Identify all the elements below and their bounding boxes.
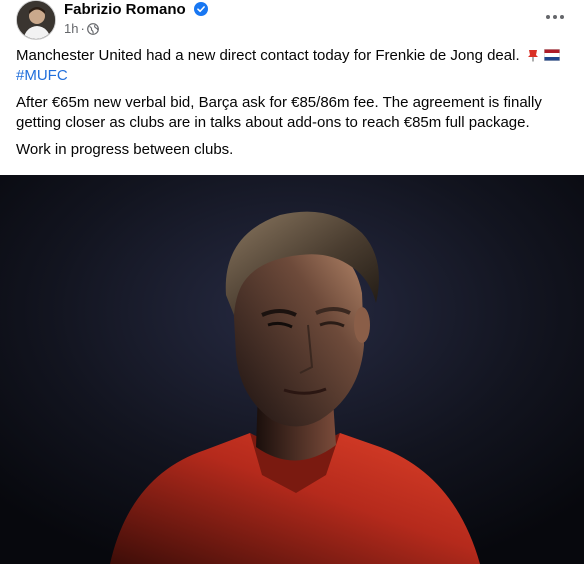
verified-badge-icon [193,2,208,16]
paragraph-1-text: Manchester United had a new direct conta… [16,47,520,64]
paragraph-3: Work in progress between clubs. [16,141,234,158]
paragraph-2: After €65m new verbal bid, Barça ask for… [16,94,542,131]
post-photo[interactable] [0,175,584,564]
post-text: Manchester United had a new direct conta… [16,46,572,167]
post-header: Fabrizio Romano 1h · [16,0,568,44]
author-name-text[interactable]: Fabrizio Romano [64,1,186,18]
paragraph-1: Manchester United had a new direct conta… [16,46,572,86]
post-meta: 1h · [64,21,99,37]
author-name[interactable]: Fabrizio Romano [64,1,208,19]
red-pin-icon [527,50,538,62]
meta-separator: · [80,21,85,36]
timestamp[interactable]: 1h [64,21,78,36]
facebook-post: Fabrizio Romano 1h · Manchester United ha… [0,0,584,564]
netherlands-flag-icon [543,49,560,61]
player-portrait-image [0,175,584,564]
more-options-icon[interactable] [544,6,568,26]
avatar[interactable] [16,0,56,40]
globe-icon[interactable] [86,23,99,35]
hashtag-link[interactable]: #MUFC [16,67,68,84]
